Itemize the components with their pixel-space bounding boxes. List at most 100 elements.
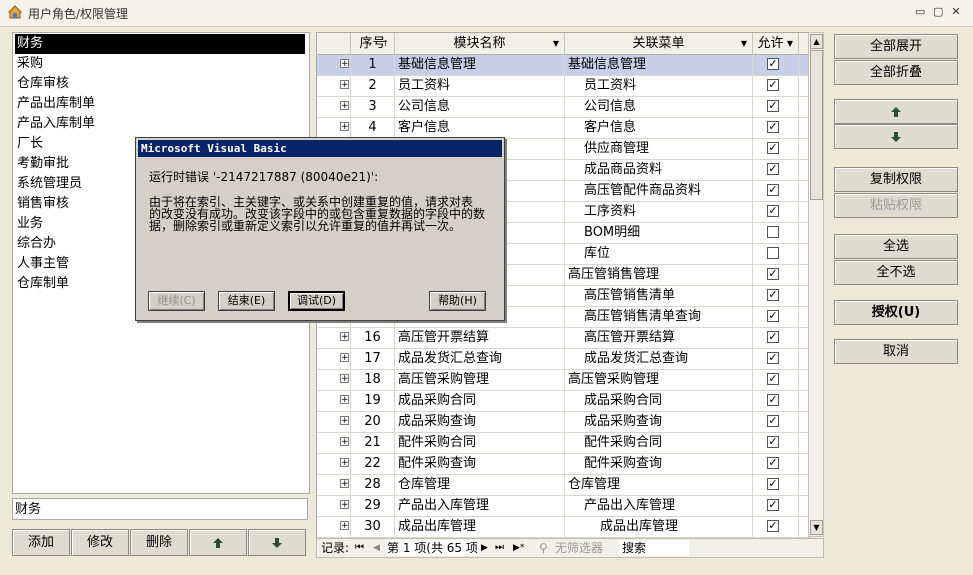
table-row[interactable]: +16 高压管开票结算 高压管开票结算 ✓ bbox=[317, 328, 809, 349]
no-filter-label[interactable]: 无筛选器 bbox=[555, 539, 603, 557]
last-record-icon[interactable]: ⏭ bbox=[495, 539, 504, 557]
help-button[interactable]: 帮助(H) bbox=[429, 291, 486, 311]
table-row[interactable]: +19 成品采购合同 成品采购合同 ✓ bbox=[317, 391, 809, 412]
scroll-up-icon[interactable]: ▲ bbox=[810, 34, 823, 49]
move-up-right-button[interactable] bbox=[834, 99, 958, 124]
first-record-icon[interactable]: ⏮ bbox=[355, 539, 364, 557]
expand-icon[interactable]: + bbox=[340, 521, 349, 531]
checkbox-checked-icon[interactable]: ✓ bbox=[767, 499, 779, 511]
checkbox-checked-icon[interactable]: ✓ bbox=[767, 100, 779, 112]
new-record-icon[interactable]: ▶* bbox=[513, 539, 524, 557]
scroll-thumb[interactable] bbox=[810, 50, 823, 200]
search-input[interactable]: 搜索 bbox=[619, 540, 689, 556]
table-row[interactable]: +29 产品出入库管理 产品出入库管理 ✓ bbox=[317, 496, 809, 517]
grant-button[interactable]: 授权(U) bbox=[834, 300, 958, 325]
select-all-button[interactable]: 全选 bbox=[834, 234, 958, 259]
expand-icon[interactable]: + bbox=[340, 458, 349, 468]
select-none-button[interactable]: 全不选 bbox=[834, 260, 958, 285]
row-selector[interactable]: + bbox=[317, 475, 351, 495]
row-selector[interactable]: + bbox=[317, 370, 351, 390]
checkbox-checked-icon[interactable]: ✓ bbox=[767, 289, 779, 301]
checkbox-unchecked-icon[interactable] bbox=[767, 247, 779, 259]
table-row[interactable]: +20 成品采购查询 成品采购查询 ✓ bbox=[317, 412, 809, 433]
modify-role-button[interactable]: 修改 bbox=[71, 529, 129, 556]
grid-scrollbar[interactable]: ▲ ▼ bbox=[808, 32, 824, 537]
debug-button[interactable]: 调试(D) bbox=[288, 291, 345, 311]
table-row[interactable]: +17 成品发货汇总查询 成品发货汇总查询 ✓ bbox=[317, 349, 809, 370]
expand-icon[interactable]: + bbox=[340, 416, 349, 426]
close-icon[interactable]: ✕ bbox=[951, 6, 961, 17]
checkbox-checked-icon[interactable]: ✓ bbox=[767, 79, 779, 91]
table-row[interactable]: +2 员工资料 员工资料 ✓ bbox=[317, 76, 809, 97]
checkbox-checked-icon[interactable]: ✓ bbox=[767, 436, 779, 448]
expand-icon[interactable]: + bbox=[340, 353, 349, 363]
checkbox-checked-icon[interactable]: ✓ bbox=[767, 520, 779, 532]
table-row[interactable]: +4 客户信息 客户信息 ✓ bbox=[317, 118, 809, 139]
checkbox-checked-icon[interactable]: ✓ bbox=[767, 373, 779, 385]
expand-icon[interactable]: + bbox=[340, 101, 349, 111]
checkbox-checked-icon[interactable]: ✓ bbox=[767, 142, 779, 154]
checkbox-checked-icon[interactable]: ✓ bbox=[767, 394, 779, 406]
collapse-all-button[interactable]: 全部折叠 bbox=[834, 60, 958, 85]
minimize-icon[interactable]: ▭ bbox=[915, 6, 925, 17]
checkbox-checked-icon[interactable]: ✓ bbox=[767, 121, 779, 133]
continue-button[interactable]: 继续(C) bbox=[148, 291, 205, 311]
checkbox-checked-icon[interactable]: ✓ bbox=[767, 268, 779, 280]
cancel-button[interactable]: 取消 bbox=[834, 339, 958, 364]
row-selector[interactable]: + bbox=[317, 433, 351, 453]
header-seq[interactable]: 序号 ↑ bbox=[351, 33, 395, 54]
row-selector[interactable]: + bbox=[317, 496, 351, 516]
table-row[interactable]: +18 高压管采购管理 高压管采购管理 ✓ bbox=[317, 370, 809, 391]
add-role-button[interactable]: 添加 bbox=[12, 529, 70, 556]
checkbox-checked-icon[interactable]: ✓ bbox=[767, 331, 779, 343]
prev-record-icon[interactable]: ◀ bbox=[373, 539, 380, 557]
role-list-item[interactable]: 采购 bbox=[15, 54, 305, 74]
row-selector[interactable]: + bbox=[317, 76, 351, 96]
header-allow[interactable]: 允许 ▼ bbox=[753, 33, 799, 54]
row-selector[interactable]: + bbox=[317, 97, 351, 117]
record-position-input[interactable]: 第 1 项(共 65 项 bbox=[385, 540, 480, 556]
end-button[interactable]: 结束(E) bbox=[218, 291, 275, 311]
maximize-icon[interactable]: ▢ bbox=[933, 6, 943, 17]
row-selector[interactable]: + bbox=[317, 118, 351, 138]
checkbox-unchecked-icon[interactable] bbox=[767, 226, 779, 238]
expand-icon[interactable]: + bbox=[340, 59, 349, 69]
table-row[interactable]: +21 配件采购合同 配件采购合同 ✓ bbox=[317, 433, 809, 454]
move-up-button[interactable] bbox=[189, 529, 247, 556]
checkbox-checked-icon[interactable]: ✓ bbox=[767, 352, 779, 364]
expand-icon[interactable]: + bbox=[340, 500, 349, 510]
role-list-item[interactable]: 产品入库制单 bbox=[15, 114, 305, 134]
expand-icon[interactable]: + bbox=[340, 332, 349, 342]
scroll-down-icon[interactable]: ▼ bbox=[810, 520, 823, 535]
role-list-item[interactable]: 仓库审核 bbox=[15, 74, 305, 94]
expand-all-button[interactable]: 全部展开 bbox=[834, 34, 958, 59]
copy-permission-button[interactable]: 复制权限 bbox=[834, 167, 958, 192]
row-selector[interactable]: + bbox=[317, 517, 351, 537]
expand-icon[interactable]: + bbox=[340, 374, 349, 384]
expand-icon[interactable]: + bbox=[340, 395, 349, 405]
table-row[interactable]: +30 成品出库管理 成品出库管理 ✓ bbox=[317, 517, 809, 538]
table-row[interactable]: +3 公司信息 公司信息 ✓ bbox=[317, 97, 809, 118]
row-selector[interactable]: + bbox=[317, 349, 351, 369]
table-row[interactable]: +28 仓库管理 仓库管理 ✓ bbox=[317, 475, 809, 496]
checkbox-checked-icon[interactable]: ✓ bbox=[767, 163, 779, 175]
expand-icon[interactable]: + bbox=[340, 479, 349, 489]
checkbox-checked-icon[interactable]: ✓ bbox=[767, 478, 779, 490]
paste-permission-button[interactable]: 粘贴权限 bbox=[834, 193, 958, 218]
delete-role-button[interactable]: 删除 bbox=[130, 529, 188, 556]
move-down-right-button[interactable] bbox=[834, 124, 958, 149]
checkbox-checked-icon[interactable]: ✓ bbox=[767, 184, 779, 196]
role-name-input[interactable]: 财务 bbox=[12, 498, 308, 520]
row-selector[interactable]: + bbox=[317, 328, 351, 348]
header-menu[interactable]: 关联菜单 ▼ bbox=[565, 33, 753, 54]
checkbox-checked-icon[interactable]: ✓ bbox=[767, 310, 779, 322]
checkbox-checked-icon[interactable]: ✓ bbox=[767, 415, 779, 427]
table-row[interactable]: +1 基础信息管理 基础信息管理 ✓ bbox=[317, 55, 809, 76]
table-row[interactable]: +22 配件采购查询 配件采购查询 ✓ bbox=[317, 454, 809, 475]
row-selector[interactable]: + bbox=[317, 55, 351, 75]
expand-icon[interactable]: + bbox=[340, 122, 349, 132]
expand-icon[interactable]: + bbox=[340, 437, 349, 447]
header-module[interactable]: 模块名称 ▼ bbox=[395, 33, 565, 54]
checkbox-checked-icon[interactable]: ✓ bbox=[767, 58, 779, 70]
next-record-icon[interactable]: ▶ bbox=[481, 539, 488, 557]
